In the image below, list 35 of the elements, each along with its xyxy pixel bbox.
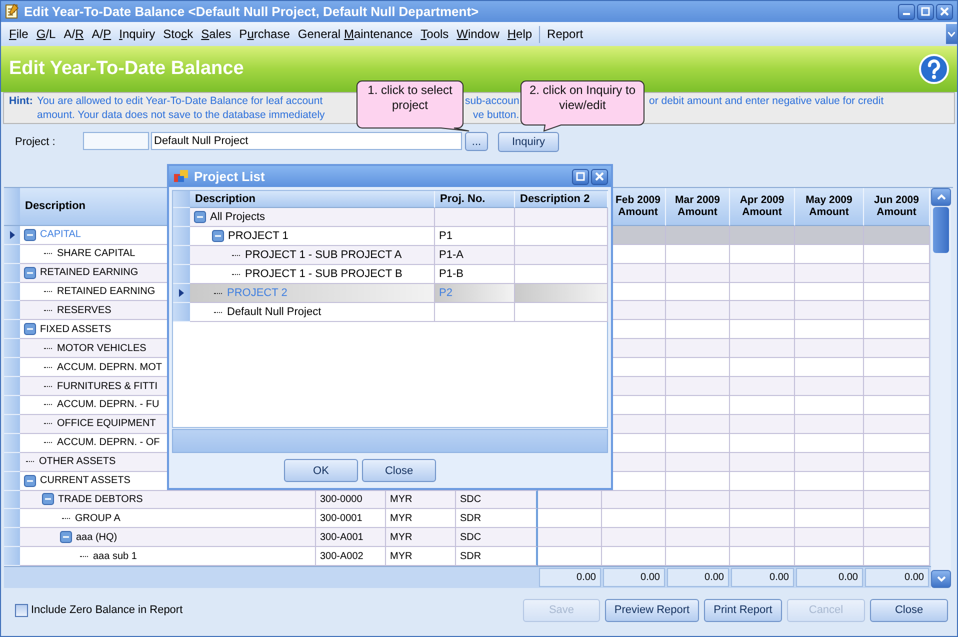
callout-text: 2. click on Inquiry to view/edit (528, 83, 637, 113)
table-cell: P1-B (435, 265, 515, 284)
table-cell: P2 (435, 284, 515, 303)
page-title: Edit Year-To-Date Balance (9, 58, 244, 80)
table-cell: MYR (386, 509, 456, 528)
total-cell: 0.00 (667, 568, 729, 588)
table-cell: SDC (456, 528, 538, 548)
table-cell: 300-0000 (316, 490, 386, 510)
table-cell: SDR (456, 509, 538, 528)
window-title: Edit Year-To-Date Balance <Default Null Project, Default Null Department> (24, 4, 479, 19)
hint-text: amount. Your data does not save to the database immediately (37, 109, 326, 121)
hint-text: or debit amount and enter negative value for credit (649, 95, 884, 107)
table-cell: MYR (386, 490, 456, 510)
total-cell: 0.00 (865, 568, 929, 588)
total-cell: 0.00 (539, 568, 601, 588)
table-cell: MYR (386, 547, 456, 566)
table-cell: 300-A002 (316, 547, 386, 566)
table-cell: SDR (456, 547, 538, 566)
total-cell: 0.00 (796, 568, 863, 588)
hint-text: ve button. (473, 109, 520, 121)
table-cell: SDC (456, 490, 538, 510)
hint-text: You are allowed to edit Year-To-Date Balance for leaf account (37, 95, 324, 107)
checkbox-label: Include Zero Balance in Report (31, 604, 183, 616)
hint-label: Hint: (9, 95, 34, 107)
hint-text: sub-accoun (465, 95, 517, 107)
table-cell: 300-0001 (316, 509, 386, 528)
table-cell: MYR (386, 528, 456, 548)
total-cell: 0.00 (603, 568, 665, 588)
callout-text: 1. click to select project (366, 83, 454, 113)
field-label: Project : (15, 136, 56, 148)
dialog-title: Project List (194, 169, 265, 184)
table-cell: P1 (435, 227, 515, 246)
table-cell: P1-A (435, 246, 515, 265)
table-cell: 300-A001 (316, 528, 386, 548)
total-cell: 0.00 (731, 568, 794, 588)
